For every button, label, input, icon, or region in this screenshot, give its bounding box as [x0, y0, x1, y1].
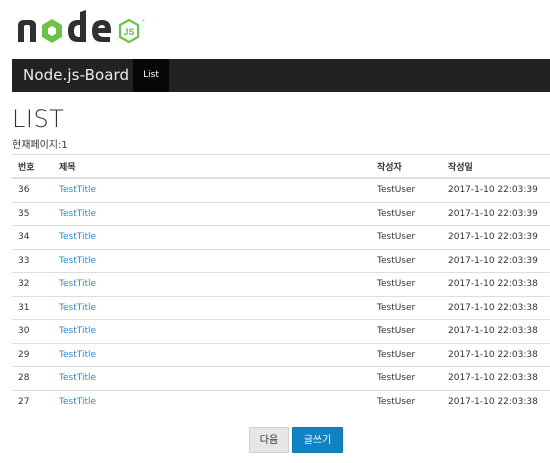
post-title-link[interactable]: TestTitle [59, 185, 96, 195]
post-title-link[interactable]: TestTitle [59, 256, 96, 266]
post-title-link[interactable]: TestTitle [59, 373, 96, 383]
post-number: 34 [12, 225, 59, 249]
post-author: TestUser [377, 389, 448, 413]
table-row: 28 TestTitle TestUser 2017-1-10 22:03:38 [12, 366, 550, 390]
post-number: 29 [12, 342, 59, 367]
column-header-title: 제목 [59, 154, 377, 179]
column-header-date: 작성일 [448, 154, 550, 179]
post-title-link[interactable]: TestTitle [59, 326, 96, 336]
board-table: 번호 제목 작성자 작성일 36 TestTitle TestUser 2017… [12, 154, 550, 413]
write-post-button[interactable]: 글쓰기 [292, 427, 343, 453]
table-row: 31 TestTitle TestUser 2017-1-10 22:03:38 [12, 295, 550, 320]
table-row: 36 TestTitle TestUser 2017-1-10 22:03:39 [12, 177, 550, 202]
post-author: TestUser [377, 201, 448, 226]
post-author: TestUser [377, 366, 448, 390]
post-date: 2017-1-10 22:03:38 [448, 295, 550, 320]
page-title: LIST [12, 105, 65, 133]
post-title-link[interactable]: TestTitle [59, 232, 96, 242]
nav-item-list[interactable]: List [133, 59, 169, 92]
post-title-link[interactable]: TestTitle [59, 209, 96, 219]
post-date: 2017-1-10 22:03:39 [448, 177, 550, 202]
post-title-link[interactable]: TestTitle [59, 350, 96, 360]
current-page-indicator: 현재페이지:1 [12, 140, 68, 151]
post-author: TestUser [377, 177, 448, 202]
post-date: 2017-1-10 22:03:39 [448, 248, 550, 273]
post-date: 2017-1-10 22:03:38 [448, 319, 550, 343]
post-author: TestUser [377, 225, 448, 249]
post-number: 28 [12, 366, 59, 390]
table-row: 29 TestTitle TestUser 2017-1-10 22:03:38 [12, 342, 550, 367]
column-header-number: 번호 [12, 154, 59, 179]
post-number: 35 [12, 201, 59, 226]
table-row: 30 TestTitle TestUser 2017-1-10 22:03:38 [12, 319, 550, 343]
post-date: 2017-1-10 22:03:38 [448, 272, 550, 296]
table-row: 27 TestTitle TestUser 2017-1-10 22:03:38 [12, 389, 550, 413]
next-page-button[interactable]: 다음 [249, 427, 289, 453]
post-number: 30 [12, 319, 59, 343]
post-date: 2017-1-10 22:03:38 [448, 366, 550, 390]
post-number: 31 [12, 295, 59, 320]
table-row: 32 TestTitle TestUser 2017-1-10 22:03:38 [12, 272, 550, 296]
post-author: TestUser [377, 272, 448, 296]
svg-text:®: ® [142, 18, 145, 23]
navbar-brand[interactable]: Node.js-Board [23, 59, 129, 92]
post-author: TestUser [377, 319, 448, 343]
post-title-link[interactable]: TestTitle [59, 397, 96, 407]
svg-text:JS: JS [123, 27, 134, 37]
post-number: 33 [12, 248, 59, 273]
post-title-link[interactable]: TestTitle [59, 279, 96, 289]
post-number: 36 [12, 177, 59, 202]
post-title-link[interactable]: TestTitle [59, 303, 96, 313]
post-number: 32 [12, 272, 59, 296]
table-row: 35 TestTitle TestUser 2017-1-10 22:03:39 [12, 201, 550, 226]
top-navbar: Node.js-Board List [12, 59, 550, 92]
post-author: TestUser [377, 295, 448, 320]
post-date: 2017-1-10 22:03:38 [448, 389, 550, 413]
post-number: 27 [12, 389, 59, 413]
post-date: 2017-1-10 22:03:39 [448, 225, 550, 249]
table-row: 33 TestTitle TestUser 2017-1-10 22:03:39 [12, 248, 550, 273]
post-author: TestUser [377, 342, 448, 367]
nodejs-logo: JS ® [16, 8, 156, 48]
post-date: 2017-1-10 22:03:39 [448, 201, 550, 226]
post-date: 2017-1-10 22:03:38 [448, 342, 550, 367]
table-row: 34 TestTitle TestUser 2017-1-10 22:03:39 [12, 225, 550, 249]
table-header-row: 번호 제목 작성자 작성일 [12, 154, 550, 179]
post-author: TestUser [377, 248, 448, 273]
column-header-author: 작성자 [377, 154, 448, 179]
